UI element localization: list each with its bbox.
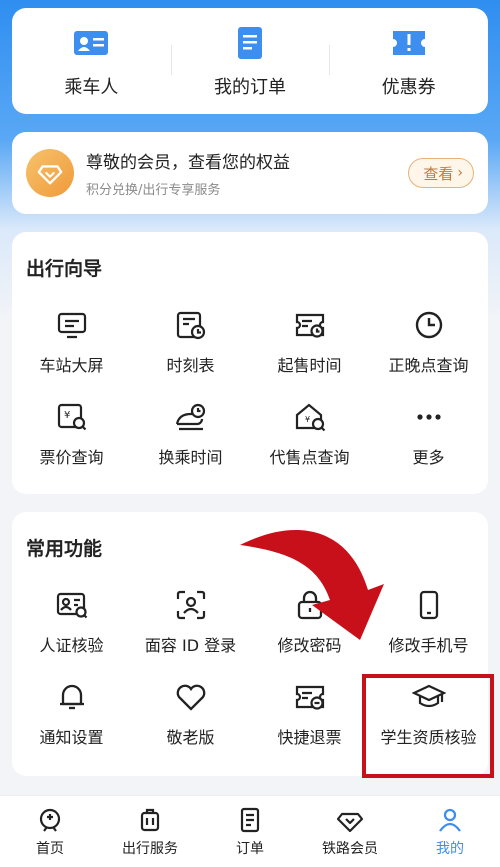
- function-quick-refund[interactable]: 快捷退票: [250, 680, 369, 748]
- user-icon: [439, 808, 461, 832]
- guide-item-label: 代售点查询: [269, 448, 350, 467]
- station-screen-icon: [57, 312, 86, 339]
- section-title: 常用功能: [26, 538, 103, 560]
- guide-item-agency-query[interactable]: ¥ 代售点查询: [250, 400, 369, 468]
- tab-label: 首页: [36, 840, 64, 857]
- bottom-tab-bar: 首页 出行服务 订单 铁路会员 我的: [0, 795, 500, 867]
- coupon-icon: [392, 31, 425, 55]
- guide-grid: 车站大屏 时刻表 起售时间 正晚点查询 ¥ 票价查询 换乘时间 ¥ 代售点查询 …: [12, 308, 488, 468]
- chevron-right-icon: ›: [457, 165, 463, 181]
- order-doc-icon: [238, 27, 262, 59]
- member-text: 尊敬的会员，查看您的权益 积分兑换/出行专享服务: [86, 148, 408, 198]
- quick-link-orders[interactable]: 我的订单: [170, 23, 330, 99]
- luggage-icon: [140, 808, 160, 831]
- tab-home[interactable]: 首页: [0, 796, 100, 867]
- quick-link-label: 乘车人: [64, 77, 119, 98]
- tab-label: 我的: [436, 840, 464, 857]
- guide-item-label: 时刻表: [166, 356, 215, 375]
- function-label: 修改密码: [277, 636, 342, 655]
- heart-icon: [176, 684, 205, 711]
- function-id-verify[interactable]: 人证核验: [12, 588, 131, 656]
- function-label: 通知设置: [39, 728, 104, 747]
- tab-orders[interactable]: 订单: [200, 796, 300, 867]
- refund-ticket-icon: [295, 685, 324, 710]
- timetable-icon: [176, 311, 205, 340]
- guide-item-delay-query[interactable]: 正晚点查询: [369, 308, 488, 376]
- quick-link-passenger[interactable]: 乘车人: [12, 23, 171, 99]
- more-dots-icon: [416, 414, 441, 420]
- guide-item-more[interactable]: 更多: [369, 400, 488, 468]
- guide-item-transfer-time[interactable]: 换乘时间: [131, 400, 250, 468]
- phone-icon: [419, 590, 438, 620]
- quick-link-label: 优惠券: [381, 77, 436, 98]
- function-face-id-login[interactable]: 面容 ID 登录: [131, 588, 250, 656]
- view-button-label: 查看: [423, 164, 454, 183]
- tab-label: 铁路会员: [322, 840, 378, 857]
- sale-time-icon: [295, 313, 324, 338]
- bell-icon: [59, 684, 84, 710]
- tab-railway-member[interactable]: 铁路会员: [300, 796, 400, 867]
- id-verify-icon: [56, 592, 87, 619]
- travel-guide-section: 出行向导 车站大屏 时刻表 起售时间 正晚点查询 ¥ 票价查询 换乘时间 ¥ 代…: [12, 232, 488, 494]
- home-train-icon: [39, 808, 61, 832]
- quick-link-coupons[interactable]: 优惠券: [329, 23, 488, 99]
- tab-label: 出行服务: [122, 840, 178, 857]
- guide-item-station-screen[interactable]: 车站大屏: [12, 308, 131, 376]
- passenger-card-icon: [74, 31, 109, 55]
- clock-icon: [415, 311, 442, 339]
- function-label: 面容 ID 登录: [144, 636, 237, 655]
- diamond-icon: [336, 812, 364, 832]
- fare-search-icon: ¥: [57, 403, 86, 431]
- quick-link-label: 我的订单: [214, 77, 286, 98]
- guide-item-label: 更多: [412, 448, 445, 467]
- function-label: 修改手机号: [388, 636, 469, 655]
- tab-travel-services[interactable]: 出行服务: [100, 796, 200, 867]
- guide-item-label: 换乘时间: [158, 448, 223, 467]
- order-list-icon: [240, 807, 260, 832]
- lock-icon: [297, 590, 322, 620]
- member-badge: [26, 149, 74, 197]
- guide-item-timetable[interactable]: 时刻表: [131, 308, 250, 376]
- function-notification-settings[interactable]: 通知设置: [12, 680, 131, 748]
- quick-links-card: 乘车人 我的订单 优惠券: [12, 8, 488, 114]
- face-id-icon: [176, 590, 205, 620]
- guide-item-label: 起售时间: [277, 356, 342, 375]
- highlight-box: [362, 674, 494, 778]
- transfer-time-icon: [175, 403, 205, 431]
- svg-text:¥: ¥: [64, 410, 70, 421]
- function-elderly-mode[interactable]: 敬老版: [131, 680, 250, 748]
- member-benefits-card[interactable]: 尊敬的会员，查看您的权益 积分兑换/出行专享服务 查看 ›: [12, 132, 488, 214]
- guide-item-label: 车站大屏: [39, 356, 104, 375]
- guide-item-label: 正晚点查询: [388, 356, 469, 375]
- guide-item-sale-time[interactable]: 起售时间: [250, 308, 369, 376]
- svg-text:¥: ¥: [305, 415, 310, 424]
- function-label: 快捷退票: [277, 728, 342, 747]
- section-title: 出行向导: [26, 258, 103, 280]
- member-subtitle: 积分兑换/出行专享服务: [86, 183, 221, 198]
- function-label: 敬老版: [166, 728, 215, 747]
- tab-my-profile[interactable]: 我的: [400, 796, 500, 867]
- function-change-password[interactable]: 修改密码: [250, 588, 369, 656]
- guide-item-label: 票价查询: [39, 448, 104, 467]
- function-change-phone[interactable]: 修改手机号: [369, 588, 488, 656]
- view-benefits-button[interactable]: 查看 ›: [408, 158, 474, 188]
- tab-label: 订单: [236, 840, 264, 857]
- guide-item-fare-query[interactable]: ¥ 票价查询: [12, 400, 131, 468]
- member-title: 尊敬的会员，查看您的权益: [86, 153, 290, 173]
- agency-search-icon: ¥: [295, 403, 325, 432]
- diamond-icon: [37, 165, 63, 185]
- function-label: 人证核验: [39, 636, 104, 655]
